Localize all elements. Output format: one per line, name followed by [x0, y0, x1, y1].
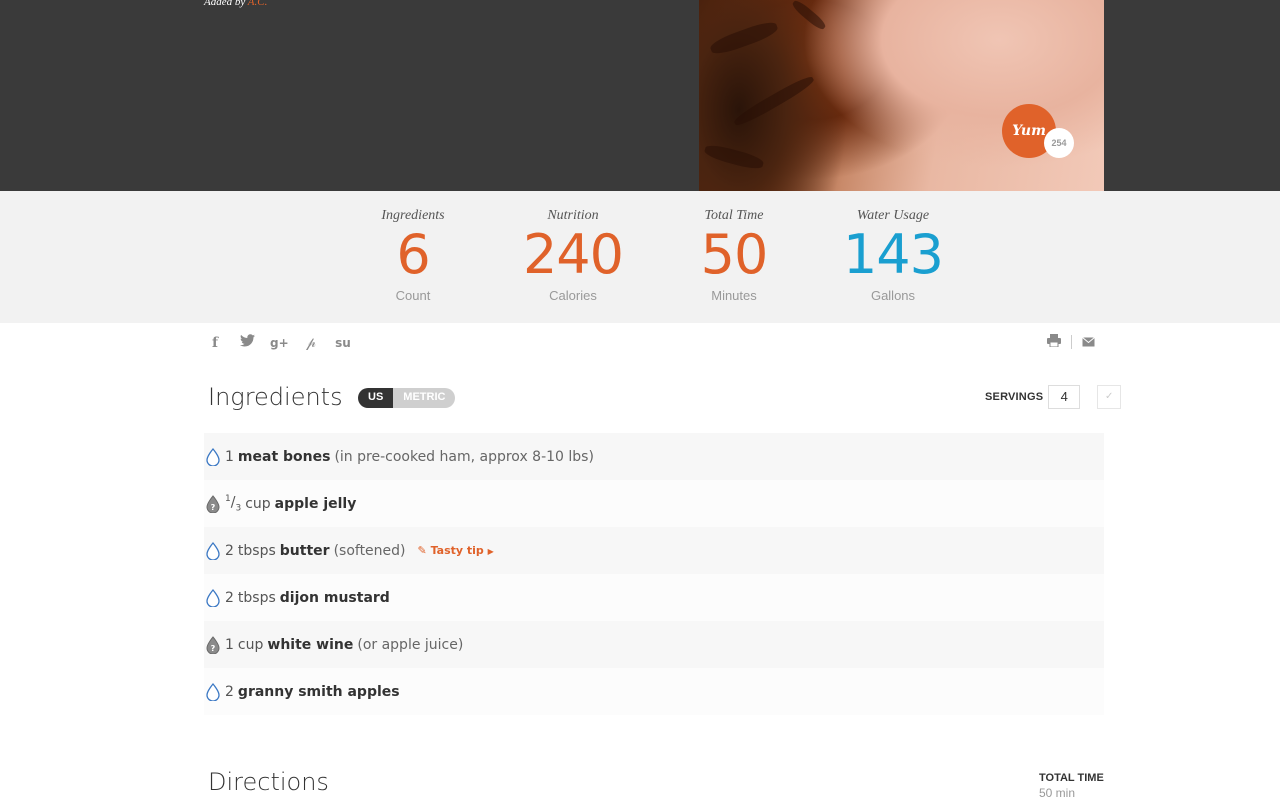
unit-toggle-metric[interactable]: METRIC — [393, 388, 456, 408]
stat-total-time: Total Time 50 Minutes — [654, 208, 814, 303]
unknown-drop-icon[interactable]: ? — [206, 494, 220, 513]
tools-divider — [1071, 335, 1072, 349]
ingredient-qty: 2 — [225, 683, 234, 700]
page-tools — [1047, 334, 1095, 350]
ingredient-qty: 2 — [225, 589, 234, 606]
ingredient-unit: tbsps — [237, 589, 276, 606]
stat-unit: Calories — [549, 288, 597, 303]
svg-text:?: ? — [211, 644, 216, 653]
added-by-prefix: Added by — [204, 0, 246, 8]
directions-title: Directions — [208, 768, 329, 796]
print-icon[interactable] — [1047, 334, 1061, 350]
ingredient-name: dijon mustard — [279, 589, 390, 606]
facebook-icon[interactable]: f — [206, 335, 224, 351]
ingredient-list: 1 meat bones (in pre-cooked ham, approx … — [204, 433, 1104, 715]
ingredient-qty: 1 — [225, 448, 234, 465]
stat-value: 6 — [396, 223, 430, 286]
unit-toggle-us[interactable]: US — [358, 388, 394, 408]
email-icon[interactable] — [1082, 334, 1095, 350]
ingredient-note: (in pre-cooked ham, approx 8-10 lbs) — [334, 448, 594, 465]
stat-value: 143 — [842, 223, 944, 286]
ingredient-qty: 2 — [225, 542, 234, 559]
ingredient-row: 2 granny smith apples — [204, 668, 1104, 715]
pencil-icon: ✎ — [417, 544, 427, 557]
stat-unit: Count — [395, 288, 431, 303]
stat-water-usage: Water Usage 143 Gallons — [813, 208, 973, 303]
stat-value: 240 — [522, 223, 624, 286]
water-drop-icon[interactable] — [206, 682, 220, 701]
ingredient-row: 2 tbsps dijon mustard — [204, 574, 1104, 621]
tasty-tip-label: Tasty tip — [430, 544, 484, 557]
yum-count-badge: 254 — [1044, 128, 1074, 158]
ingredient-note: (softened) — [333, 542, 406, 559]
stat-unit: Gallons — [870, 288, 916, 303]
ingredient-row: 2 tbsps butter (softened) ✎ Tasty tip ▶ — [204, 527, 1104, 574]
ingredient-row: ? 1/3 cup apple jelly — [204, 480, 1104, 527]
ingredient-name: granny smith apples — [237, 683, 400, 700]
caret-right-icon: ▶ — [487, 547, 494, 556]
servings-control: SERVINGS 4 ✓ — [985, 385, 1122, 409]
ingredient-qty: 1 — [225, 636, 234, 653]
stat-ingredients: Ingredients 6 Count — [333, 208, 493, 303]
ingredient-note: (or apple juice) — [357, 636, 464, 653]
ingredient-unit: cup — [237, 636, 264, 653]
author-link[interactable]: A.C. — [248, 0, 268, 8]
added-by: Added by A.C. — [204, 0, 267, 8]
ingredient-name: white wine — [267, 636, 354, 653]
google-plus-icon[interactable]: g+ — [270, 336, 289, 350]
servings-apply-button[interactable]: ✓ — [1097, 385, 1122, 409]
recipe-stats-bar: Ingredients 6 Count Nutrition 240 Calori… — [0, 191, 1280, 323]
servings-input[interactable]: 4 — [1048, 385, 1081, 409]
stumbleupon-icon[interactable]: su — [334, 336, 352, 350]
total-time-value: 50 min — [1039, 786, 1076, 800]
social-share-bar: f g+ 𝓅 su — [206, 334, 352, 351]
ingredient-unit: cup — [245, 495, 271, 512]
stat-value: 50 — [700, 223, 769, 286]
stat-unit: Minutes — [711, 288, 757, 303]
stat-nutrition: Nutrition 240 Calories — [493, 208, 653, 303]
ingredient-unit: tbsps — [237, 542, 276, 559]
total-time-label: TOTAL TIME — [1039, 772, 1104, 784]
ingredient-name: apple jelly — [274, 495, 357, 512]
recipe-photo — [699, 0, 1104, 191]
directions-total-time: TOTAL TIME 50 min — [1039, 772, 1104, 800]
ingredient-row: ? 1 cup white wine (or apple juice) — [204, 621, 1104, 668]
unit-toggle: US METRIC — [358, 388, 456, 408]
ingredient-name: meat bones — [237, 448, 331, 465]
ingredient-row: 1 meat bones (in pre-cooked ham, approx … — [204, 433, 1104, 480]
svg-text:?: ? — [211, 503, 216, 512]
water-drop-icon[interactable] — [206, 588, 220, 607]
tasty-tip-link[interactable]: ✎ Tasty tip ▶ — [418, 544, 494, 557]
ingredient-name: butter — [279, 542, 330, 559]
recipe-hero: Added by A.C. — [0, 0, 1280, 191]
ingredient-qty: 1/3 — [225, 493, 242, 514]
ingredients-title: Ingredients — [208, 383, 343, 411]
water-drop-icon[interactable] — [206, 541, 220, 560]
unknown-drop-icon[interactable]: ? — [206, 635, 220, 654]
twitter-icon[interactable] — [238, 334, 256, 351]
servings-label: SERVINGS — [985, 391, 1044, 403]
water-drop-icon[interactable] — [206, 447, 220, 466]
pinterest-icon[interactable]: 𝓅 — [302, 335, 320, 351]
